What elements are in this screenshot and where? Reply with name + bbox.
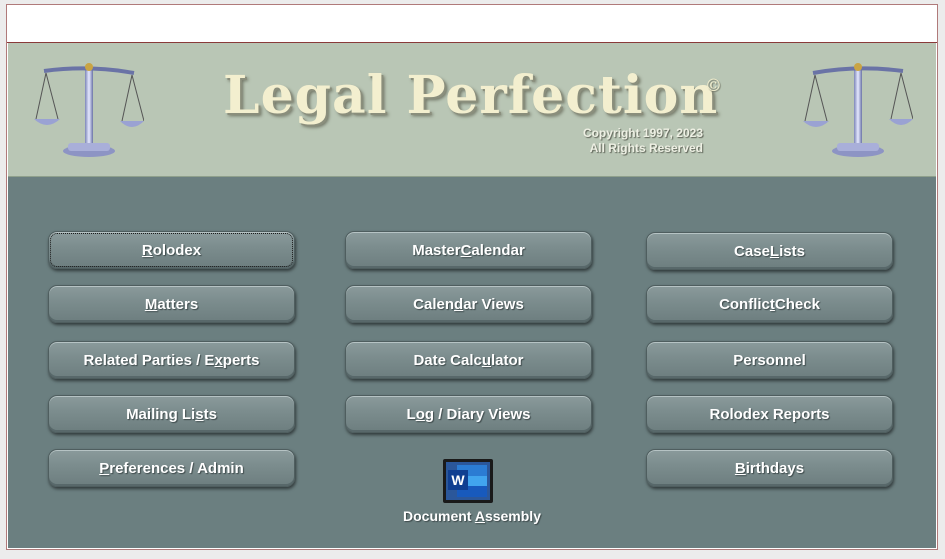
button-label: ts [203,405,217,423]
button-label: Calen [413,295,455,313]
button-label: Conflic [719,295,770,313]
title-bar [7,5,937,43]
button-label: g / Diary Views [424,405,531,423]
button-label: Document [403,508,475,524]
hotkey-letter: d [454,295,464,313]
button-label: Date Calc [413,351,482,369]
birthdays-button[interactable]: Birthdays [646,449,893,487]
copyright-mark: © [705,76,722,96]
preferences-admin-button[interactable]: Preferences / Admin [48,449,295,487]
button-label: Mailing Li [126,405,196,423]
hotkey-letter: s [195,405,204,423]
hotkey-letter: P [99,459,110,477]
master-calendar-button[interactable]: Master Calendar [345,231,592,269]
main-menu-panel: Rolodex Matters Related Parties / Ex pert… [8,177,936,548]
hotkey-letter: C [460,241,472,259]
hotkey-letter: R [141,241,153,259]
scales-of-justice-icon [34,63,144,157]
matters-button[interactable]: Matters [48,285,295,323]
button-label: perts [222,351,260,369]
log-diary-views-button[interactable]: Log / Diary Views [345,395,592,433]
button-label: Rolodex Reports [709,405,830,423]
hotkey-letter: B [734,459,746,477]
button-label: Personnel [733,351,806,369]
button-label: L [406,405,416,423]
scales-of-justice-icon [803,63,913,157]
button-label: Check [774,295,820,313]
microsoft-word-icon[interactable]: W [443,459,493,503]
button-label: references / Admin [109,459,244,477]
rights-line: All Rights Reserved [589,141,703,155]
button-label: olodex [152,241,202,259]
calendar-views-button[interactable]: Calen d ar Views [345,285,592,323]
hotkey-letter: x [214,351,223,369]
mailing-lists-button[interactable]: Mailing Li s ts [48,395,295,433]
rolodex-button[interactable]: Rolodex [48,231,295,269]
app-logo-title: Legal Perfection [223,65,719,126]
application-window: Legal Perfection © Copyright 1997, 2023 … [6,4,938,550]
case-lists-button[interactable]: Case Lists [646,232,893,270]
button-label: Master [412,241,461,259]
button-label: irthdays [745,459,805,477]
copyright-notice: Copyright 1997, 2023 All Rights Reserved [548,126,703,156]
hotkey-letter: M [144,295,158,313]
button-label: alendar [471,241,525,259]
hotkey-letter: L [769,242,780,260]
document-assembly-label[interactable]: Document Assembly [388,508,556,524]
button-label: ists [779,242,805,260]
conflict-check-button[interactable]: Conflic t Check [646,285,893,323]
button-label: Case [734,242,770,260]
related-parties-experts-button[interactable]: Related Parties / Ex perts [48,341,295,379]
header-banner: Legal Perfection © Copyright 1997, 2023 … [8,43,936,177]
button-label: ssembly [484,508,541,524]
hotkey-letter: A [474,508,485,524]
hotkey-letter: o [415,405,425,423]
rolodex-reports-button[interactable]: Rolodex Reports [646,395,893,433]
button-label: Related Parties / E [83,351,215,369]
date-calculator-button[interactable]: Date Calc u lator [345,341,592,379]
personnel-button[interactable]: Personnel [646,341,893,379]
hotkey-letter: u [481,351,492,369]
copyright-line: Copyright 1997, 2023 [582,126,703,140]
svg-text:W: W [451,472,465,488]
button-label: ar Views [463,295,524,313]
button-label: atters [157,295,199,313]
button-label: lator [491,351,524,369]
